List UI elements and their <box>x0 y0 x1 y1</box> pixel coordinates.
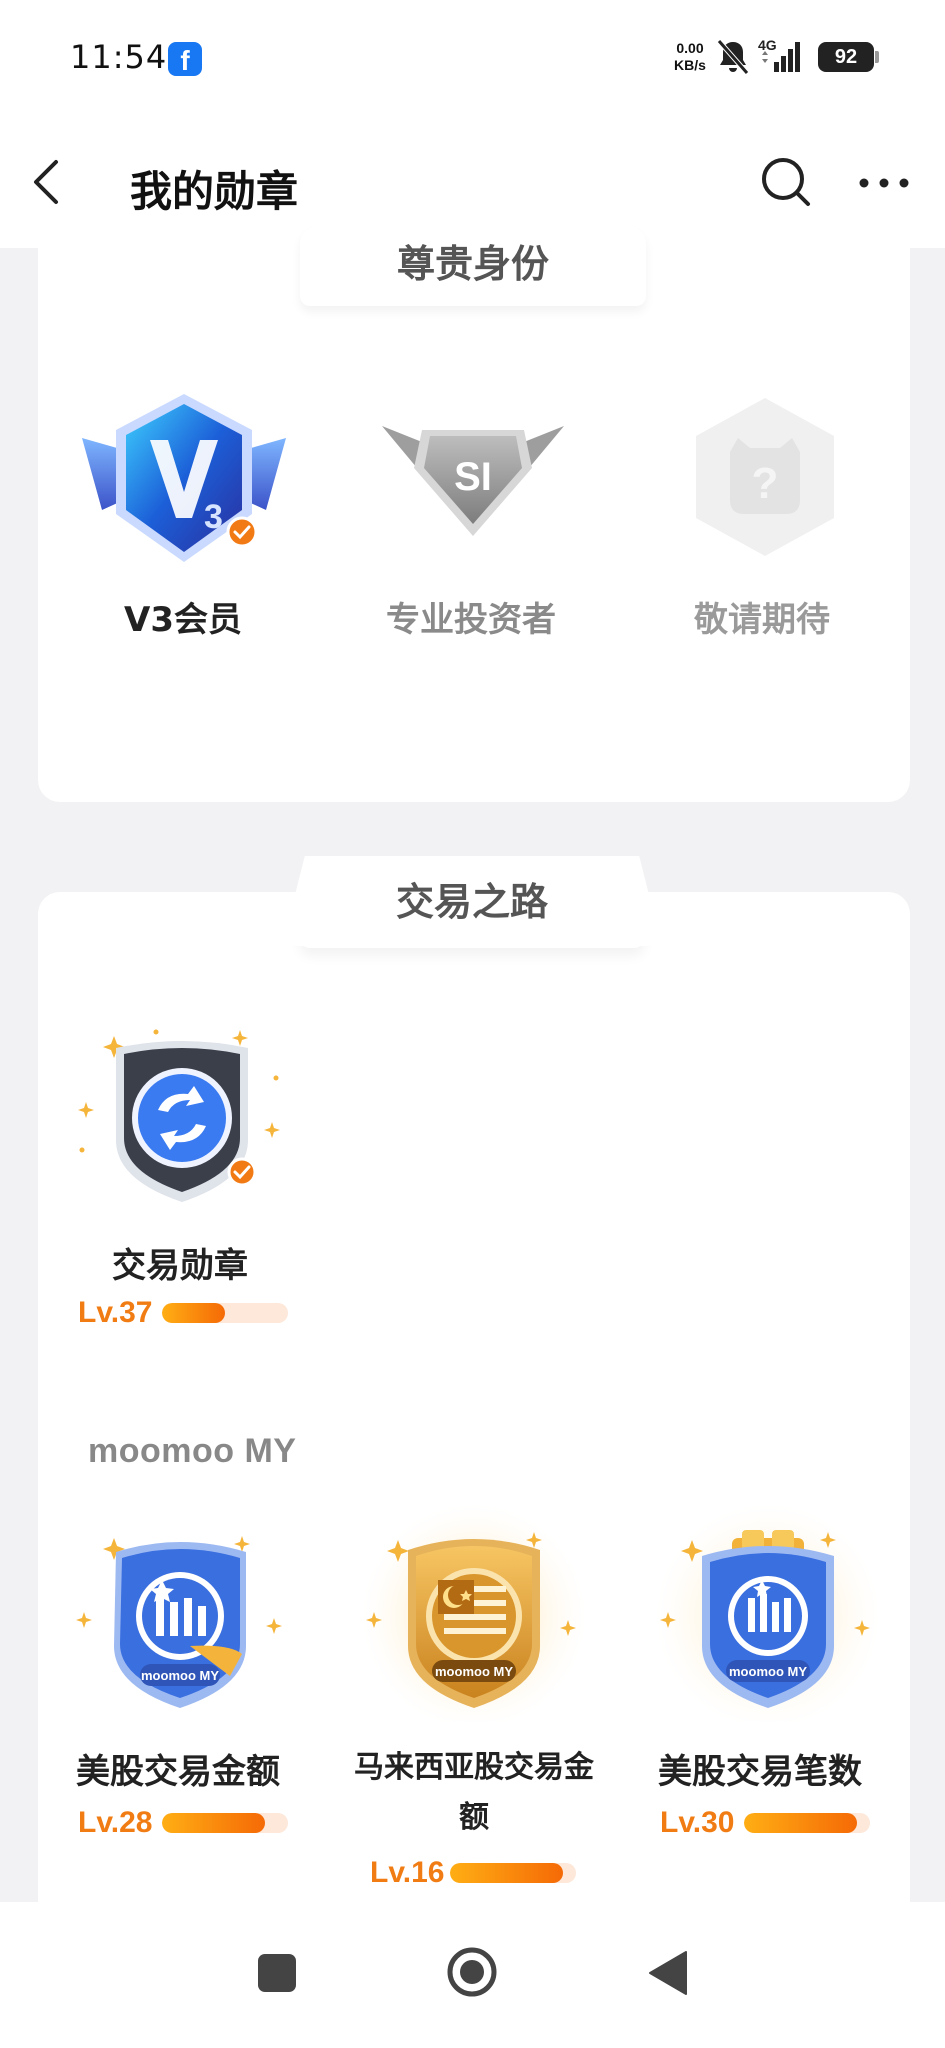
more-icon[interactable] <box>856 168 912 198</box>
trading-section-title: 交易之路 <box>282 856 662 946</box>
facebook-icon: f <box>168 42 202 76</box>
svg-text:SI: SI <box>454 455 492 499</box>
network-speed: 0.00 KB/s <box>668 40 712 74</box>
status-time: 11:54 <box>70 38 168 76</box>
notifications-off-icon <box>717 39 749 75</box>
badge-name: 交易勋章 <box>112 1246 248 1286</box>
badge-level: Lv.16 <box>370 1856 445 1889</box>
badge-emblem-label: moomoo MY <box>729 1664 807 1679</box>
badge-name: 美股交易金额 <box>76 1752 280 1792</box>
v3-badge-icon: 3 <box>82 394 286 562</box>
network-type: 4G <box>758 37 777 53</box>
level-progress-bar <box>744 1813 870 1833</box>
badge-level: Lv.37 <box>78 1296 153 1329</box>
level-progress-bar <box>450 1863 576 1883</box>
level-progress-fill <box>162 1813 266 1833</box>
status-bar: 11:54 f 0.00 KB/s 4G 92 <box>0 0 945 118</box>
network-speed-value: 0.00 <box>676 40 704 56</box>
badge-emblem-label: moomoo MY <box>141 1668 219 1683</box>
question-badge-icon: ? <box>696 398 834 556</box>
badge-name: 美股交易笔数 <box>658 1752 862 1792</box>
level-progress-bar <box>162 1303 288 1323</box>
system-navigation-bar <box>0 1902 945 2048</box>
circle-home-icon[interactable] <box>446 1946 498 1998</box>
back-arrow-icon[interactable] <box>28 154 68 210</box>
us-stock-count-badge-icon: moomoo MY <box>656 1504 880 1722</box>
badge-name: 专业投资者 <box>386 600 556 640</box>
badge-emblem-label: moomoo MY <box>435 1664 513 1679</box>
badge-name-line: 马来西亚股交易金 <box>354 1750 594 1785</box>
svg-text:?: ? <box>752 459 779 508</box>
level-progress-bar <box>162 1813 288 1833</box>
signal-icon: 4G <box>758 37 800 72</box>
badge-level: Lv.28 <box>78 1806 153 1839</box>
si-badge-icon: SI <box>382 426 564 536</box>
square-icon[interactable] <box>258 1954 296 1992</box>
page-title: 我的勋章 <box>130 167 299 216</box>
network-speed-unit: KB/s <box>674 57 706 73</box>
badge-level: Lv.30 <box>660 1806 735 1839</box>
battery-indicator: 92 <box>818 42 879 72</box>
badge-name: 马来西亚股交易金 额 <box>352 1743 596 1843</box>
level-progress-fill <box>744 1813 858 1833</box>
svg-text:3: 3 <box>204 498 223 536</box>
level-progress-fill <box>162 1303 225 1323</box>
badge-name: 敬请期待 <box>694 600 830 640</box>
malaysia-stock-amount-badge-icon: moomoo MY <box>362 1504 586 1722</box>
group-label: moomoo MY <box>88 1432 297 1470</box>
triangle-back-icon[interactable] <box>648 1950 688 1996</box>
badge-name: V3会员 <box>124 600 242 640</box>
badge-name-line: 额 <box>459 1800 489 1835</box>
trading-medal-icon <box>78 1029 280 1202</box>
us-stock-amount-badge-icon: moomoo MY <box>76 1536 282 1708</box>
identity-section-title: 尊贵身份 <box>300 226 646 306</box>
level-progress-fill <box>450 1863 564 1883</box>
search-icon[interactable] <box>758 154 814 210</box>
